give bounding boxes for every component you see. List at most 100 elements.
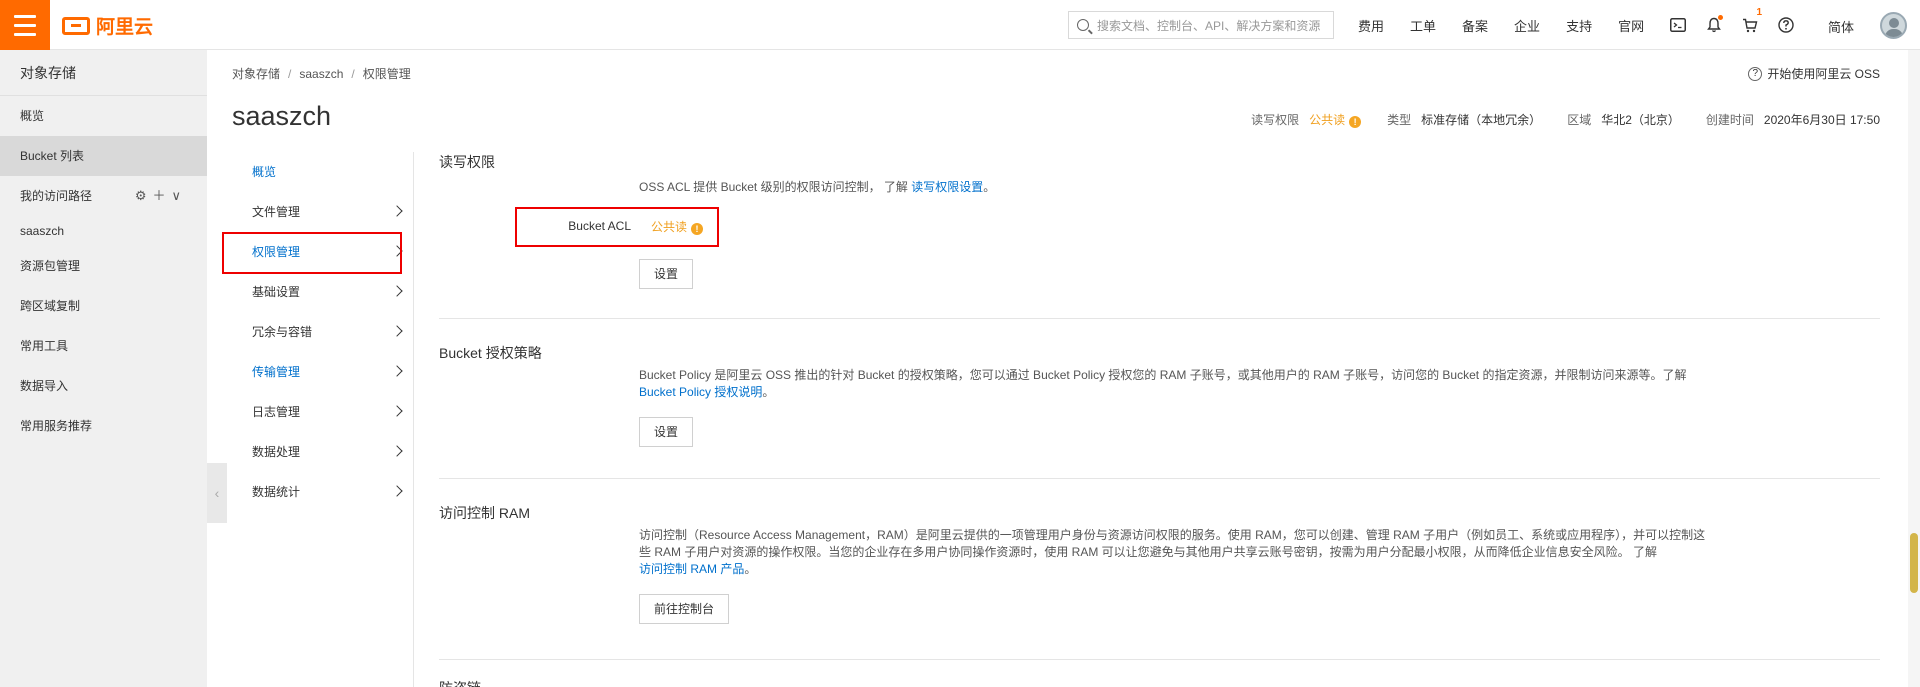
path-tools: ⚙＋∨ <box>135 176 187 216</box>
getting-started-label: 开始使用阿里云 OSS <box>1767 67 1880 81</box>
nav-icp[interactable]: 备案 <box>1462 16 1488 35</box>
scrollbar-thumb[interactable] <box>1910 533 1918 593</box>
sidebar-item-services[interactable]: 常用服务推荐 <box>0 406 207 446</box>
logo-text: 阿里云 <box>96 17 154 38</box>
subnav-transfer[interactable]: 传输管理 <box>222 352 413 392</box>
sidebar-item-cross-region[interactable]: 跨区域复制 <box>0 286 207 326</box>
ram-product-link[interactable]: 访问控制 RAM 产品 <box>639 562 744 576</box>
sidebar-item-overview[interactable]: 概览 <box>0 96 207 136</box>
policy-doc-link[interactable]: Bucket Policy 授权说明 <box>639 385 762 399</box>
subnav-logs[interactable]: 日志管理 <box>222 392 413 432</box>
sidebar-item-tools[interactable]: 常用工具 <box>0 326 207 366</box>
chevron-right-icon <box>391 285 403 297</box>
page-title: saaszch <box>232 101 332 131</box>
language-switch[interactable]: 简体 <box>1828 17 1854 36</box>
subnav-label: 传输管理 <box>252 365 301 379</box>
subnav-label: 数据处理 <box>252 445 301 459</box>
subnav-basic-settings[interactable]: 基础设置 <box>222 272 413 312</box>
sidebar-item-my-paths[interactable]: 我的访问路径 ⚙＋∨ <box>0 176 207 216</box>
chevron-right-icon <box>391 445 403 457</box>
policy-set-button[interactable]: 设置 <box>639 417 694 447</box>
breadcrumb-current: 权限管理 <box>362 67 411 81</box>
subnav-files[interactable]: 文件管理 <box>222 192 413 232</box>
subnav-statistics[interactable]: 数据统计 <box>222 472 413 512</box>
subnav-label: 日志管理 <box>252 405 301 419</box>
subnav-overview[interactable]: 概览 <box>222 152 413 192</box>
aliyun-logo-icon <box>62 16 90 35</box>
sidebar-item-label: 我的访问路径 <box>20 189 93 203</box>
meta-acl-value: 公共读! <box>1309 111 1362 128</box>
ram-section-title: 访问控制 RAM <box>439 505 530 521</box>
breadcrumb: 对象存储 / saaszch / 权限管理 <box>232 67 411 81</box>
subnav-label: 数据统计 <box>252 485 301 499</box>
sidebar-item-bucket-list[interactable]: Bucket 列表 <box>0 136 207 176</box>
chevron-down-icon[interactable]: ∨ <box>171 188 187 203</box>
subnav-label: 基础设置 <box>252 285 301 299</box>
chevron-right-icon <box>391 405 403 417</box>
policy-section-title: Bucket 授权策略 <box>439 345 542 361</box>
warning-icon: ! <box>1349 116 1362 128</box>
acl-section: 读写权限 OSS ACL 提供 Bucket 级别的权限访问控制， 了解 读写权… <box>439 152 1880 319</box>
getting-started-link[interactable]: ? 开始使用阿里云 OSS <box>1748 65 1880 82</box>
bell-icon[interactable] <box>1696 0 1732 50</box>
hotlink-section-title: 防盗链 <box>439 678 481 687</box>
breadcrumb-oss[interactable]: 对象存储 <box>232 67 280 81</box>
notification-dot <box>1718 15 1723 20</box>
acl-section-title: 读写权限 <box>439 154 495 170</box>
subnav-redundancy[interactable]: 冗余与容错 <box>222 312 413 352</box>
subnav-label: 冗余与容错 <box>252 325 313 339</box>
nav-tickets[interactable]: 工单 <box>1410 16 1436 35</box>
meta-created-label: 创建时间 <box>1705 113 1754 127</box>
global-search-input[interactable]: 搜索文档、控制台、API、解决方案和资源 <box>1068 11 1334 39</box>
aliyun-logo[interactable]: 阿里云 <box>62 12 153 39</box>
cart-icon[interactable]: 1 <box>1732 0 1768 50</box>
top-nav: 费用 工单 备案 企业 支持 官网 <box>1358 0 1670 50</box>
chevron-right-icon <box>391 205 403 217</box>
chevron-left-icon: ‹ <box>214 485 220 501</box>
policy-description: Bucket Policy 是阿里云 OSS 推出的针对 Bucket 的授权策… <box>639 368 1687 399</box>
nav-enterprise[interactable]: 企业 <box>1514 16 1540 35</box>
acl-description: OSS ACL 提供 Bucket 级别的权限访问控制， 了解 读写权限设置。 <box>639 180 996 194</box>
subnav-label: 文件管理 <box>252 205 301 219</box>
chevron-right-icon <box>391 325 403 337</box>
nav-support[interactable]: 支持 <box>1566 16 1592 35</box>
permissions-content: 读写权限 OSS ACL 提供 Bucket 级别的权限访问控制， 了解 读写权… <box>439 152 1880 687</box>
sidebar-item-import[interactable]: 数据导入 <box>0 366 207 406</box>
sidebar-item-bucket-saaszch[interactable]: saaszch <box>0 216 207 246</box>
highlight-box-acl <box>515 207 719 247</box>
nav-official-site[interactable]: 官网 <box>1618 16 1644 35</box>
page-scrollbar[interactable] <box>1908 50 1920 687</box>
plus-icon[interactable]: ＋ <box>152 188 171 203</box>
chevron-right-icon <box>391 485 403 497</box>
meta-type-label: 类型 <box>1387 113 1412 127</box>
policy-section: Bucket 授权策略 Bucket Policy 是阿里云 OSS 推出的针对… <box>439 319 1880 479</box>
sidebar: 对象存储 概览 Bucket 列表 我的访问路径 ⚙＋∨ saaszch 资源包… <box>0 50 207 687</box>
meta-acl-label: 读写权限 <box>1251 113 1300 127</box>
meta-region-label: 区域 <box>1567 113 1592 127</box>
sidebar-title: 对象存储 <box>0 50 207 96</box>
go-to-console-button[interactable]: 前往控制台 <box>639 594 730 624</box>
meta-type-value: 标准存储（本地冗余） <box>1421 113 1542 127</box>
meta-region-value: 华北2（北京） <box>1601 113 1680 127</box>
bucket-meta: 读写权限 公共读! 类型 标准存储（本地冗余） 区域 华北2（北京） 创建时间 … <box>1251 111 1880 128</box>
question-icon: ? <box>1748 66 1763 81</box>
cart-badge: 1 <box>1756 7 1762 18</box>
subnav-data-processing[interactable]: 数据处理 <box>222 432 413 472</box>
breadcrumb-bucket[interactable]: saaszch <box>299 67 343 81</box>
meta-created-value: 2020年6月30日 17:50 <box>1763 113 1880 127</box>
top-tools: 1 <box>1660 0 1804 50</box>
acl-set-button[interactable]: 设置 <box>639 259 694 289</box>
top-bar: 阿里云 搜索文档、控制台、API、解决方案和资源 费用 工单 备案 企业 支持 … <box>0 0 1920 50</box>
menu-icon[interactable] <box>0 0 50 50</box>
help-icon[interactable] <box>1768 0 1804 50</box>
nav-fees[interactable]: 费用 <box>1358 16 1384 35</box>
terminal-icon[interactable] <box>1660 0 1696 50</box>
sidebar-item-resource-packages[interactable]: 资源包管理 <box>0 246 207 286</box>
gear-icon[interactable]: ⚙ <box>135 188 153 203</box>
search-placeholder: 搜索文档、控制台、API、解决方案和资源 <box>1097 18 1321 33</box>
user-avatar[interactable] <box>1880 12 1907 39</box>
search-icon <box>1077 19 1089 31</box>
ram-section: 访问控制 RAM 访问控制（Resource Access Management… <box>439 479 1880 660</box>
acl-doc-link[interactable]: 读写权限设置 <box>911 180 983 194</box>
highlight-box-subnav <box>222 232 402 274</box>
